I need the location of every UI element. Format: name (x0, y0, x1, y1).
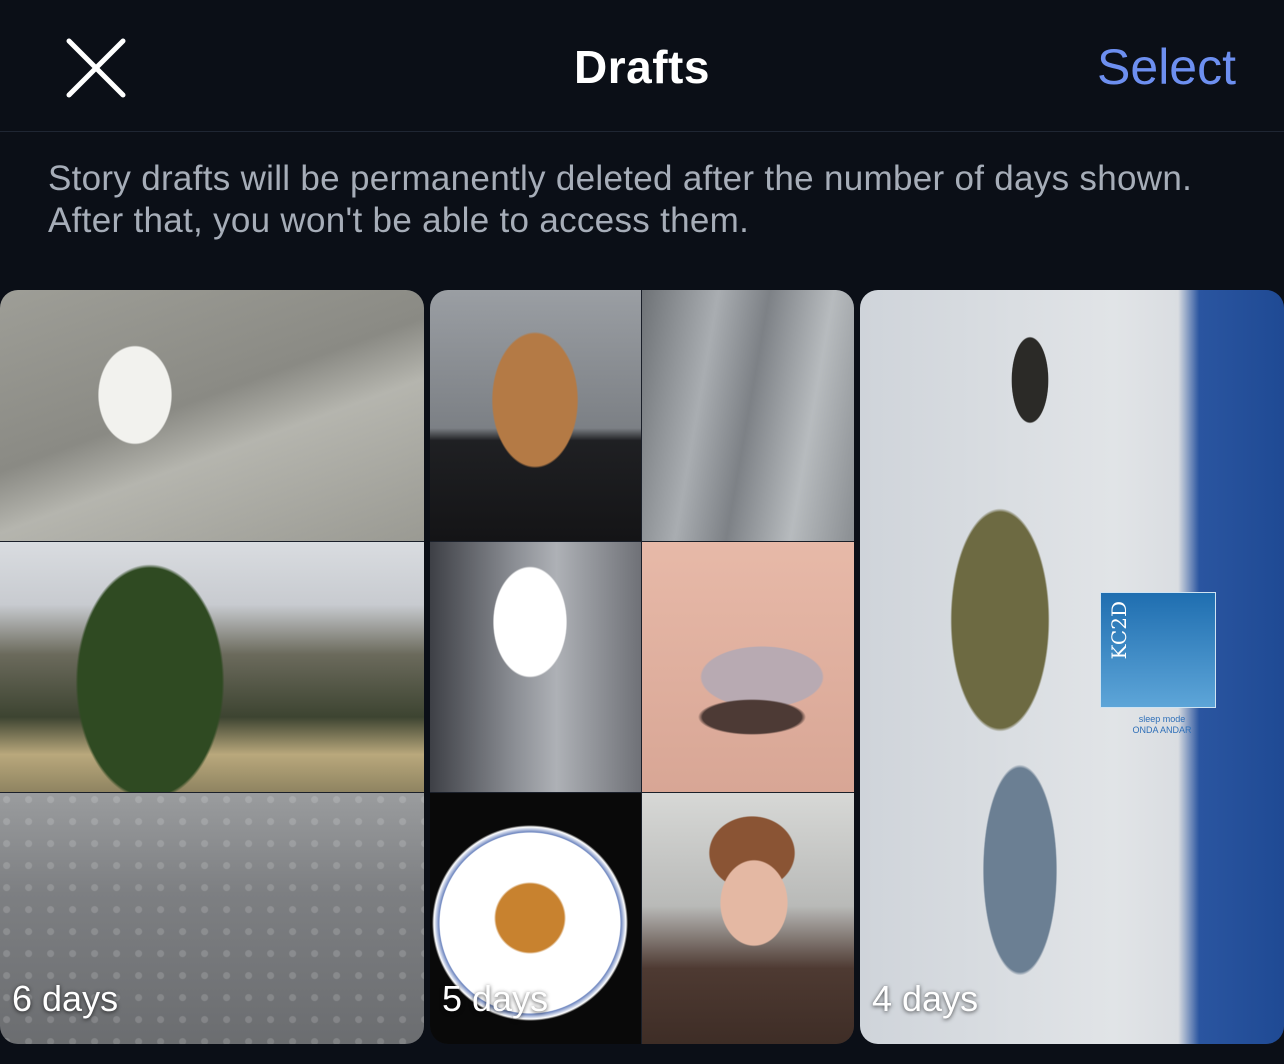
sticker-caption-line1: sleep mode (1138, 714, 1186, 724)
draft-photo-eye-makeup (642, 542, 854, 792)
header: Drafts Select (0, 0, 1284, 132)
days-remaining-label: 6 days (12, 978, 119, 1019)
drafts-grid: 6 days 5 days KC2D sleep mode ONDA ANDAR… (0, 290, 1284, 1044)
music-sticker: KC2D (1100, 592, 1216, 708)
draft-photo-elevator (642, 290, 854, 541)
draft-photo-mirror-selfie (860, 290, 1284, 1044)
days-remaining-label: 5 days (442, 978, 549, 1019)
select-button[interactable]: Select (1097, 38, 1236, 96)
notice-text: Story drafts will be permanently deleted… (48, 159, 1193, 240)
draft-photo-dog (0, 290, 424, 541)
draft-photo-hair (430, 290, 641, 541)
draft-photo-window (430, 542, 641, 792)
draft-photo-trees (0, 542, 424, 792)
sticker-caption-line2: ONDA ANDAR (1132, 725, 1192, 735)
page-title: Drafts (574, 41, 710, 93)
sticker-caption: sleep mode ONDA ANDAR (1122, 714, 1202, 736)
draft-photo-selfie (642, 793, 854, 1044)
draft-item[interactable]: 6 days (0, 290, 424, 1044)
draft-item[interactable]: KC2D sleep mode ONDA ANDAR 4 days (860, 290, 1284, 1044)
days-remaining-label: 4 days (872, 978, 979, 1019)
sticker-text: KC2D (1107, 601, 1131, 660)
draft-item[interactable]: 5 days (430, 290, 854, 1044)
